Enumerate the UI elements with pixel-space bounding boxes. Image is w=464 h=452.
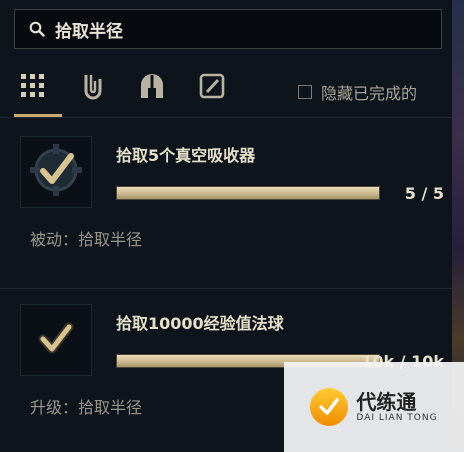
check-on-gear-icon [26,140,86,204]
divider [0,117,452,118]
quest-reward: 升级：拾取半径 [30,398,143,417]
tab-items[interactable] [79,74,107,102]
quest-progress-text: 5 / 5 [404,184,444,203]
hide-completed-toggle[interactable]: 隐藏已完成的 [298,80,417,104]
search-input[interactable] [53,18,417,40]
search-icon [29,21,45,37]
watermark-logo-icon [310,388,349,426]
divider [0,288,452,289]
quest-title: 拾取5个真空吸收器 [116,146,256,165]
quest-icon [20,136,92,208]
hide-completed-checkbox[interactable] [298,85,312,99]
paperclip-icon [81,72,105,104]
check-icon [31,313,81,367]
helmet-icon [138,72,166,104]
hide-completed-label: 隐藏已完成的 [321,84,418,103]
quest-item: 拾取5个真空吸收器 5 / 5 被动：拾取半径 [0,122,452,286]
slash-box-icon [199,73,225,103]
quest-icon [20,304,92,376]
quest-title: 拾取10000经验值法球 [116,314,284,333]
tab-completed[interactable] [198,73,226,103]
search-box[interactable] [14,9,442,49]
quest-progress-fill [117,187,379,199]
grid-icon [20,73,46,103]
tab-champions[interactable] [138,74,166,102]
tab-all[interactable] [19,74,47,102]
watermark: 代练通 DAI LIAN TONG [284,362,464,452]
watermark-subtitle: DAI LIAN TONG [356,413,438,423]
quest-progress-bar [116,186,380,200]
quest-reward: 被动：拾取半径 [30,230,143,249]
watermark-title: 代练通 [356,390,417,414]
